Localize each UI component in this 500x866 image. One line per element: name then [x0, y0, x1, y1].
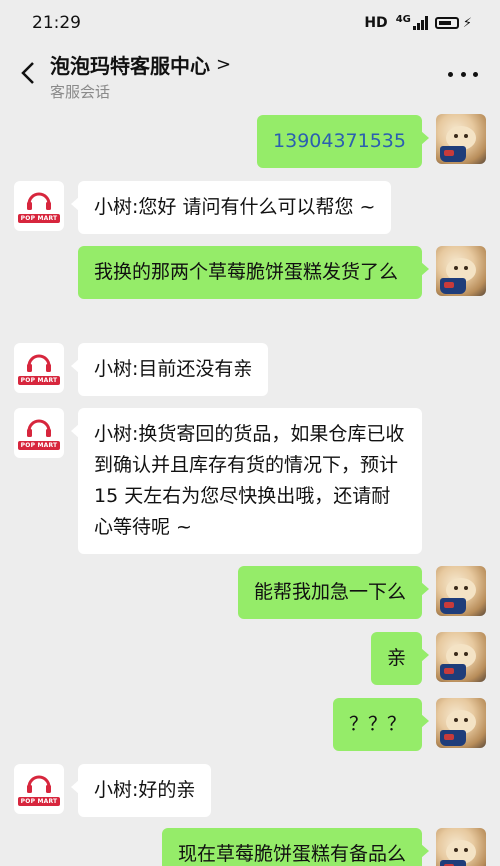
- message-bubble[interactable]: 亲: [370, 632, 430, 685]
- message-bubble[interactable]: 小树:您好 请问有什么可以帮您 ~: [70, 181, 392, 234]
- hd-label: HD: [364, 15, 388, 31]
- agent-avatar[interactable]: POP MART: [14, 343, 64, 393]
- dot-icon: [460, 71, 466, 77]
- agent-avatar[interactable]: POP MART: [14, 408, 64, 458]
- back-button[interactable]: [16, 58, 40, 88]
- chat-title-block[interactable]: 泡泡玛特客服中心 > 客服会话: [50, 50, 231, 102]
- message-list[interactable]: 13904371535 POP MART 小树:您好 请问有什么可以帮您 ~ 我…: [0, 104, 500, 866]
- user-avatar[interactable]: [436, 698, 486, 748]
- chevron-right-icon: >: [216, 54, 232, 75]
- agent-avatar[interactable]: POP MART: [14, 181, 64, 231]
- chat-subtitle: 客服会话: [50, 83, 111, 101]
- headset-icon: [26, 352, 52, 374]
- dot-icon: [448, 71, 453, 77]
- battery-icon: [434, 17, 459, 29]
- headset-icon: [26, 190, 52, 212]
- popmart-logo: POP MART: [17, 796, 61, 806]
- message-bubble[interactable]: 13904371535: [257, 115, 429, 168]
- message-bubble[interactable]: 能帮我加急一下么: [237, 566, 430, 619]
- headset-icon: [26, 773, 52, 795]
- chat-header: 泡泡玛特客服中心 > 客服会话: [0, 46, 500, 104]
- message-bubble[interactable]: 我换的那两个草莓脆饼蛋糕发货了么: [78, 246, 429, 299]
- message-bubble[interactable]: 小树:目前还没有亲: [70, 343, 269, 396]
- status-time: 21:29: [32, 13, 81, 33]
- message-bubble[interactable]: ？？？: [332, 698, 430, 751]
- chevron-left-icon: [21, 62, 34, 84]
- user-avatar[interactable]: [436, 246, 486, 296]
- user-avatar[interactable]: [436, 632, 486, 682]
- popmart-logo: POP MART: [17, 375, 61, 385]
- message-bubble[interactable]: 现在草莓脆饼蛋糕有备品么: [161, 828, 430, 866]
- network-label: 4G: [395, 13, 411, 25]
- signal-icon: [412, 16, 428, 30]
- chat-title-text: 泡泡玛特客服中心: [50, 54, 210, 78]
- chat-title[interactable]: 泡泡玛特客服中心 >: [50, 50, 231, 79]
- user-avatar[interactable]: [436, 566, 486, 616]
- status-icons: HD 4G ⚡: [364, 13, 472, 32]
- dot-icon: [473, 71, 478, 77]
- message-bubble[interactable]: 小树:好的亲: [70, 764, 212, 817]
- more-options-button[interactable]: [448, 64, 478, 84]
- user-avatar[interactable]: [436, 114, 486, 164]
- status-bar: 21:29 HD 4G ⚡: [0, 0, 500, 46]
- popmart-logo: POP MART: [17, 213, 61, 223]
- headset-icon: [26, 417, 52, 439]
- user-avatar[interactable]: [436, 828, 486, 866]
- message-bubble[interactable]: 小树:换货寄回的货品，如果仓库已收到确认并且库存有货的情况下，预计 15 天左右…: [71, 408, 422, 554]
- charging-icon: ⚡: [462, 15, 472, 31]
- popmart-logo: POP MART: [17, 440, 61, 450]
- agent-avatar[interactable]: POP MART: [14, 764, 64, 814]
